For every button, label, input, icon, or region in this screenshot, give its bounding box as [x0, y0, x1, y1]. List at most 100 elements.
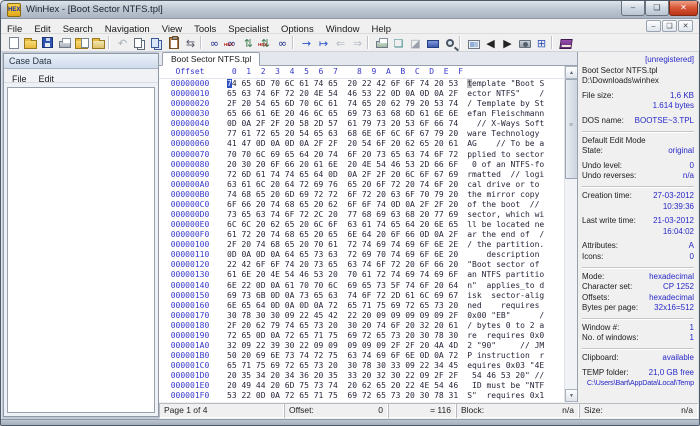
hex-row-ascii[interactable]: / Template by St	[467, 99, 544, 109]
hex-row[interactable]: 0000001065 63 74 6F 72 20 4E 54 46 53 22…	[159, 89, 564, 99]
hex-row[interactable]: 000000202F 20 54 65 6D 70 6C 61 74 65 20…	[159, 99, 564, 109]
hex-row[interactable]: 000001C065 71 75 69 72 65 73 20 30 78 30…	[159, 361, 564, 371]
maximize-button[interactable]: ❏	[645, 1, 669, 16]
hex-row-ascii[interactable]: P instruction r	[467, 351, 544, 361]
hex-editor[interactable]: Offset 0 1 2 3 4 5 6 7 8 9 A B C D E F 0…	[159, 66, 564, 402]
case-menu-item-file[interactable]: File	[6, 72, 33, 87]
hex-row-ascii[interactable]: 0 of an NTFS-fo	[467, 160, 544, 170]
hex-row-ascii[interactable]: rmatted // logi	[467, 170, 544, 180]
hex-row[interactable]: 000001E020 49 44 20 6D 75 73 74 20 62 65…	[159, 381, 564, 391]
hex-row-ascii[interactable]: pplied to sector	[467, 150, 544, 160]
hex-row-bytes[interactable]: 53 22 0D 0A 72 65 71 75 69 72 65 73 20 3…	[227, 391, 458, 401]
hex-row-ascii[interactable]: "Boot sector of	[467, 260, 544, 270]
hex-row-ascii[interactable]: of the boot //	[467, 200, 544, 210]
hex-row-ascii[interactable]: isk sector-alig	[467, 291, 544, 301]
hex-row[interactable]: 000000E06C 6C 20 62 65 20 6C 6F 63 61 74…	[159, 220, 564, 230]
help-icon[interactable]	[557, 35, 574, 51]
hex-row-bytes[interactable]: 20 49 44 20 6D 75 73 74 20 62 65 20 22 4…	[227, 381, 458, 391]
hex-row-ascii[interactable]: 2 "90" // JM	[467, 341, 544, 351]
hex-row[interactable]: 0000006041 47 0D 0A 0D 0A 2F 2F 20 54 6F…	[159, 139, 564, 149]
hex-row[interactable]: 0000005077 61 72 65 20 54 65 63 68 6E 6F…	[159, 129, 564, 139]
hex-row-bytes[interactable]: 73 65 63 74 6F 72 2C 20 77 68 69 63 68 2…	[227, 210, 458, 220]
hex-row[interactable]: 0000007070 70 6C 69 65 64 20 74 6F 20 73…	[159, 150, 564, 160]
hex-row[interactable]: 0000009072 6D 61 74 74 65 64 0D 0A 2F 2F…	[159, 170, 564, 180]
hex-row[interactable]: 000000F061 72 20 74 68 65 20 65 6E 64 20…	[159, 230, 564, 240]
hex-row[interactable]: 000000A063 61 6C 20 64 72 69 76 65 20 6F…	[159, 180, 564, 190]
hex-row-bytes[interactable]: 65 63 74 6F 72 20 4E 54 46 53 22 0D 0A 0…	[227, 89, 458, 99]
hex-row-ascii[interactable]: / bytes 0 to 2 a	[467, 321, 544, 331]
mdi-restore-button[interactable]: ❏	[662, 20, 677, 32]
hex-row-bytes[interactable]: 41 47 0D 0A 0D 0A 2F 2F 20 54 6F 20 62 6…	[227, 139, 458, 149]
hex-row-ascii[interactable]: 54 46 53 20" //	[467, 371, 544, 381]
hex-row-bytes[interactable]: 0D 0A 2F 2F 20 58 2D 57 61 79 73 20 53 6…	[227, 119, 458, 129]
close-button[interactable]: ✕	[669, 1, 698, 16]
hex-row-ascii[interactable]: efan Fleischmann	[467, 109, 544, 119]
hex-row-bytes[interactable]: 65 66 61 6E 20 46 6C 65 69 73 63 68 6D 6…	[227, 109, 458, 119]
hex-row-ascii[interactable]: equires 0x03 "4E	[467, 361, 544, 371]
minimize-button[interactable]: –	[621, 1, 645, 16]
hex-row-bytes[interactable]: 72 65 0D 0A 72 65 71 75 69 72 65 73 20 3…	[227, 331, 458, 341]
paste-icon[interactable]	[165, 35, 182, 51]
hex-row-ascii[interactable]: AG // To be a	[467, 139, 544, 149]
hex-row-bytes[interactable]: 6C 6C 20 62 65 20 6C 6F 63 61 74 65 64 2…	[227, 220, 458, 230]
hex-row[interactable]: 0000015069 73 6B 0D 0A 73 65 63 74 6F 72…	[159, 291, 564, 301]
hex-row-ascii[interactable]: ar the end of /	[467, 230, 544, 240]
hex-row-bytes[interactable]: 50 20 69 6E 73 74 72 75 63 74 69 6F 6E 0…	[227, 351, 458, 361]
hex-row[interactable]: 000001100D 0A 0D 0A 64 65 73 63 72 69 70…	[159, 250, 564, 260]
hex-row-bytes[interactable]: 6E 65 64 0D 0A 0D 0A 72 65 71 75 69 72 6…	[227, 301, 458, 311]
hex-row-ascii[interactable]: / the partition.	[467, 240, 544, 250]
hex-row[interactable]: 000001B050 20 69 6E 73 74 72 75 63 74 69…	[159, 351, 564, 361]
convert-icon[interactable]: ⇆	[182, 35, 199, 51]
hex-row[interactable]: 0000019072 65 0D 0A 72 65 71 75 69 72 65…	[159, 331, 564, 341]
hex-row-bytes[interactable]: 69 73 6B 0D 0A 73 65 63 74 6F 72 2D 61 6…	[227, 291, 458, 301]
hex-row[interactable]: 0000012022 42 6F 6F 74 20 73 65 63 74 6F…	[159, 260, 564, 270]
next-window-icon[interactable]: ▶	[499, 35, 516, 51]
hex-row-bytes[interactable]: 74 65 6D 70 6C 61 74 65 20 22 42 6F 6F 7…	[227, 79, 458, 89]
find-text-icon[interactable]: ∞	[206, 35, 223, 51]
hex-row[interactable]: 0000003065 66 61 6E 20 46 6C 65 69 73 63…	[159, 109, 564, 119]
hex-row-bytes[interactable]: 2F 20 62 79 74 65 73 20 30 20 74 6F 20 3…	[227, 321, 458, 331]
hex-row-bytes[interactable]: 6E 22 0D 0A 61 70 70 6C 69 65 73 5F 74 6…	[227, 281, 458, 291]
hex-row[interactable]: 000000B074 68 65 20 6D 69 72 72 6F 72 20…	[159, 190, 564, 200]
hex-row-bytes[interactable]: 2F 20 54 65 6D 70 6C 61 74 65 20 62 79 2…	[227, 99, 458, 109]
ram-editor-icon[interactable]	[424, 35, 441, 51]
hex-row[interactable]: 000001A032 09 22 39 30 22 09 09 09 09 09…	[159, 341, 564, 351]
hex-row-ascii[interactable]: // X-Ways Soft	[467, 119, 544, 129]
hex-row[interactable]: 000001D020 35 34 20 34 36 20 35 33 20 32…	[159, 371, 564, 381]
hex-row[interactable]: 000000400D 0A 2F 2F 20 58 2D 57 61 79 73…	[159, 119, 564, 129]
replace-hex-icon[interactable]: ⇅HEX	[257, 35, 274, 51]
case-menu-item-edit[interactable]: Edit	[33, 72, 61, 87]
replace-text-icon[interactable]: ⇅	[240, 35, 257, 51]
hex-rows[interactable]: 0000000074 65 6D 70 6C 61 74 65 20 22 42…	[159, 79, 564, 402]
hex-row[interactable]: 0000000074 65 6D 70 6C 61 74 65 20 22 42…	[159, 79, 564, 89]
forward-icon[interactable]: ⇒	[349, 35, 366, 51]
hex-row-ascii[interactable]: ware Technology	[467, 129, 544, 139]
hex-row-ascii[interactable]: template "Boot S	[467, 79, 544, 89]
hex-row[interactable]: 000001002F 20 74 68 65 20 70 61 72 74 69…	[159, 240, 564, 250]
hex-row-ascii[interactable]: S" requires 0x1	[467, 391, 544, 401]
hex-row-bytes[interactable]: 20 35 34 20 34 36 20 35 33 20 32 30 22 0…	[227, 371, 458, 381]
zoom-icon[interactable]	[441, 35, 458, 51]
save-icon[interactable]	[39, 35, 56, 51]
hex-row[interactable]: 0000013061 6E 20 4E 54 46 53 20 70 61 72…	[159, 270, 564, 280]
mdi-close-button[interactable]: ✕	[678, 20, 693, 32]
data-interpreter-icon[interactable]: ⊞	[533, 35, 550, 51]
hex-row-ascii[interactable]: ned requires	[467, 301, 544, 311]
case-data-list[interactable]	[7, 87, 155, 413]
hex-row-bytes[interactable]: 70 70 6C 69 65 64 20 74 6F 20 73 65 63 7…	[227, 150, 458, 160]
wipe-icon[interactable]: ◪	[407, 35, 424, 51]
hex-row-bytes[interactable]: 30 78 30 30 09 22 45 42 22 20 09 09 09 0…	[227, 311, 458, 321]
find-hex-icon[interactable]: ∞HEX	[223, 35, 240, 51]
hex-row-ascii[interactable]: 0x00 "EB" /	[467, 311, 544, 321]
hex-row[interactable]: 000001F053 22 0D 0A 72 65 71 75 69 72 65…	[159, 391, 564, 401]
hex-row[interactable]: 000001802F 20 62 79 74 65 73 20 30 20 74…	[159, 321, 564, 331]
open-file-icon[interactable]	[22, 35, 39, 51]
tab-boot-sector-ntfs[interactable]: Boot Sector NTFS.tpl	[162, 52, 260, 66]
hex-row-bytes[interactable]: 61 6E 20 4E 54 46 53 20 70 61 72 74 69 7…	[227, 270, 458, 280]
cursor-nibble[interactable]: 7	[227, 79, 232, 88]
print-icon[interactable]	[56, 35, 73, 51]
hex-row-ascii[interactable]: sector, which wi	[467, 210, 544, 220]
undo-icon[interactable]: ↶	[114, 35, 131, 51]
hex-row-ascii[interactable]: description	[467, 250, 544, 260]
hex-row-bytes[interactable]: 72 6D 61 74 74 65 64 0D 0A 2F 2F 20 6C 6…	[227, 170, 458, 180]
